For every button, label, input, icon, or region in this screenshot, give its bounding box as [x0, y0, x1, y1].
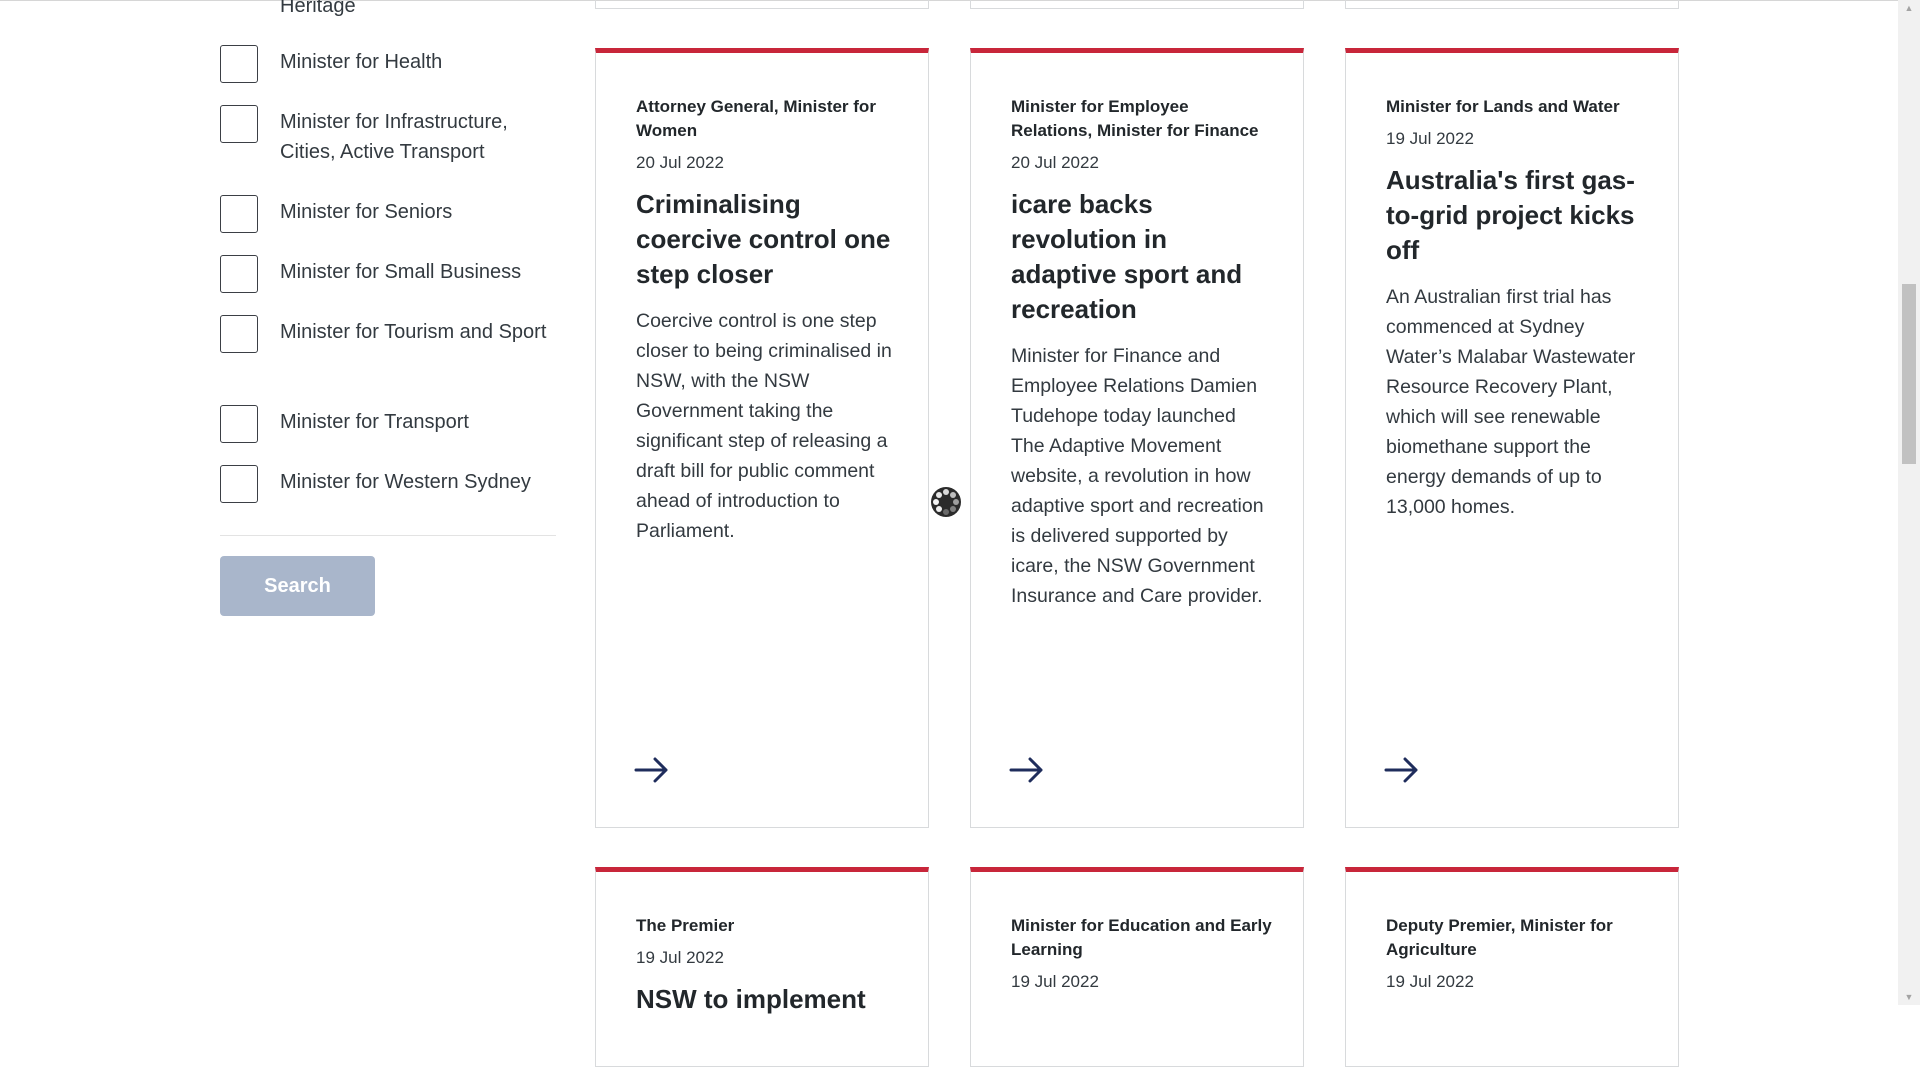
card-date: 19 Jul 2022 [1011, 972, 1099, 991]
arrow-right-icon[interactable] [1009, 757, 1045, 783]
search-button[interactable]: Search [220, 556, 375, 616]
card-summary: Coercive control is one step closer to b… [636, 310, 892, 542]
filter-label: Minister for Health [280, 51, 443, 73]
card-edge-above [970, 0, 1304, 9]
filter-label: Minister for Small Business [280, 261, 522, 283]
checkbox[interactable] [220, 105, 258, 143]
filter-label: Minister for Tourism and Sport [280, 321, 547, 343]
news-card[interactable]: Deputy Premier, Minister for Agriculture… [1345, 867, 1679, 1067]
arrow-right-icon[interactable] [634, 757, 670, 783]
card-minister-tag: Attorney General, Minister for Women [636, 97, 876, 140]
card-summary: An Australian first trial has commenced … [1386, 286, 1636, 518]
news-card[interactable]: Minister for Education and Early Learnin… [970, 867, 1304, 1067]
card-minister-tag: Deputy Premier, Minister for Agriculture [1386, 916, 1613, 959]
news-card[interactable]: Minister for Lands and Water 19 Jul 2022… [1345, 48, 1679, 828]
filter-label: Minister for Transport [280, 411, 469, 433]
card-minister-tag: Minister for Lands and Water [1386, 97, 1620, 116]
scroll-up-icon[interactable]: ▲ [1904, 3, 1914, 13]
filter-divider [220, 535, 556, 536]
vertical-scrollbar[interactable]: ▲ ▼ [1898, 0, 1920, 1005]
card-date: 19 Jul 2022 [1386, 129, 1474, 148]
checkbox[interactable] [220, 45, 258, 83]
filter-label-partial: Heritage [280, 0, 356, 17]
filter-label: Minister for Western Sydney [280, 471, 531, 493]
checkbox[interactable] [220, 195, 258, 233]
card-title[interactable]: NSW to implement [636, 982, 898, 1017]
scrollbar-thumb[interactable] [1902, 284, 1916, 464]
checkbox[interactable] [220, 315, 258, 353]
card-date: 19 Jul 2022 [636, 948, 724, 967]
card-date: 19 Jul 2022 [1386, 972, 1474, 991]
news-card[interactable]: The Premier 19 Jul 2022 NSW to implement [595, 867, 929, 1067]
card-minister-tag: Minister for Education and Early Learnin… [1011, 916, 1272, 959]
filter-label: Minister for Seniors [280, 201, 453, 223]
card-minister-tag: The Premier [636, 916, 735, 935]
checkbox[interactable] [220, 405, 258, 443]
filter-label: Minister for Infrastructure, Cities, Act… [280, 111, 508, 163]
checkbox[interactable] [220, 255, 258, 293]
checkbox[interactable] [220, 465, 258, 503]
card-title[interactable]: Criminalising coercive control one step … [636, 187, 898, 292]
card-edge-above [595, 0, 929, 9]
card-date: 20 Jul 2022 [636, 153, 724, 172]
card-title[interactable]: icare backs revolution in adaptive sport… [1011, 187, 1273, 327]
card-title[interactable]: Australia's first gas-to-grid project ki… [1386, 163, 1648, 268]
news-card[interactable]: Attorney General, Minister for Women 20 … [595, 48, 929, 828]
card-date: 20 Jul 2022 [1011, 153, 1099, 172]
loading-spinner-icon [931, 487, 961, 517]
card-summary: Minister for Finance and Employee Relati… [1011, 345, 1264, 607]
card-minister-tag: Minister for Employee Relations, Ministe… [1011, 97, 1259, 140]
news-card[interactable]: Minister for Employee Relations, Ministe… [970, 48, 1304, 828]
card-edge-above [1345, 0, 1679, 9]
scroll-down-icon[interactable]: ▼ [1904, 992, 1914, 1002]
arrow-right-icon[interactable] [1384, 757, 1420, 783]
